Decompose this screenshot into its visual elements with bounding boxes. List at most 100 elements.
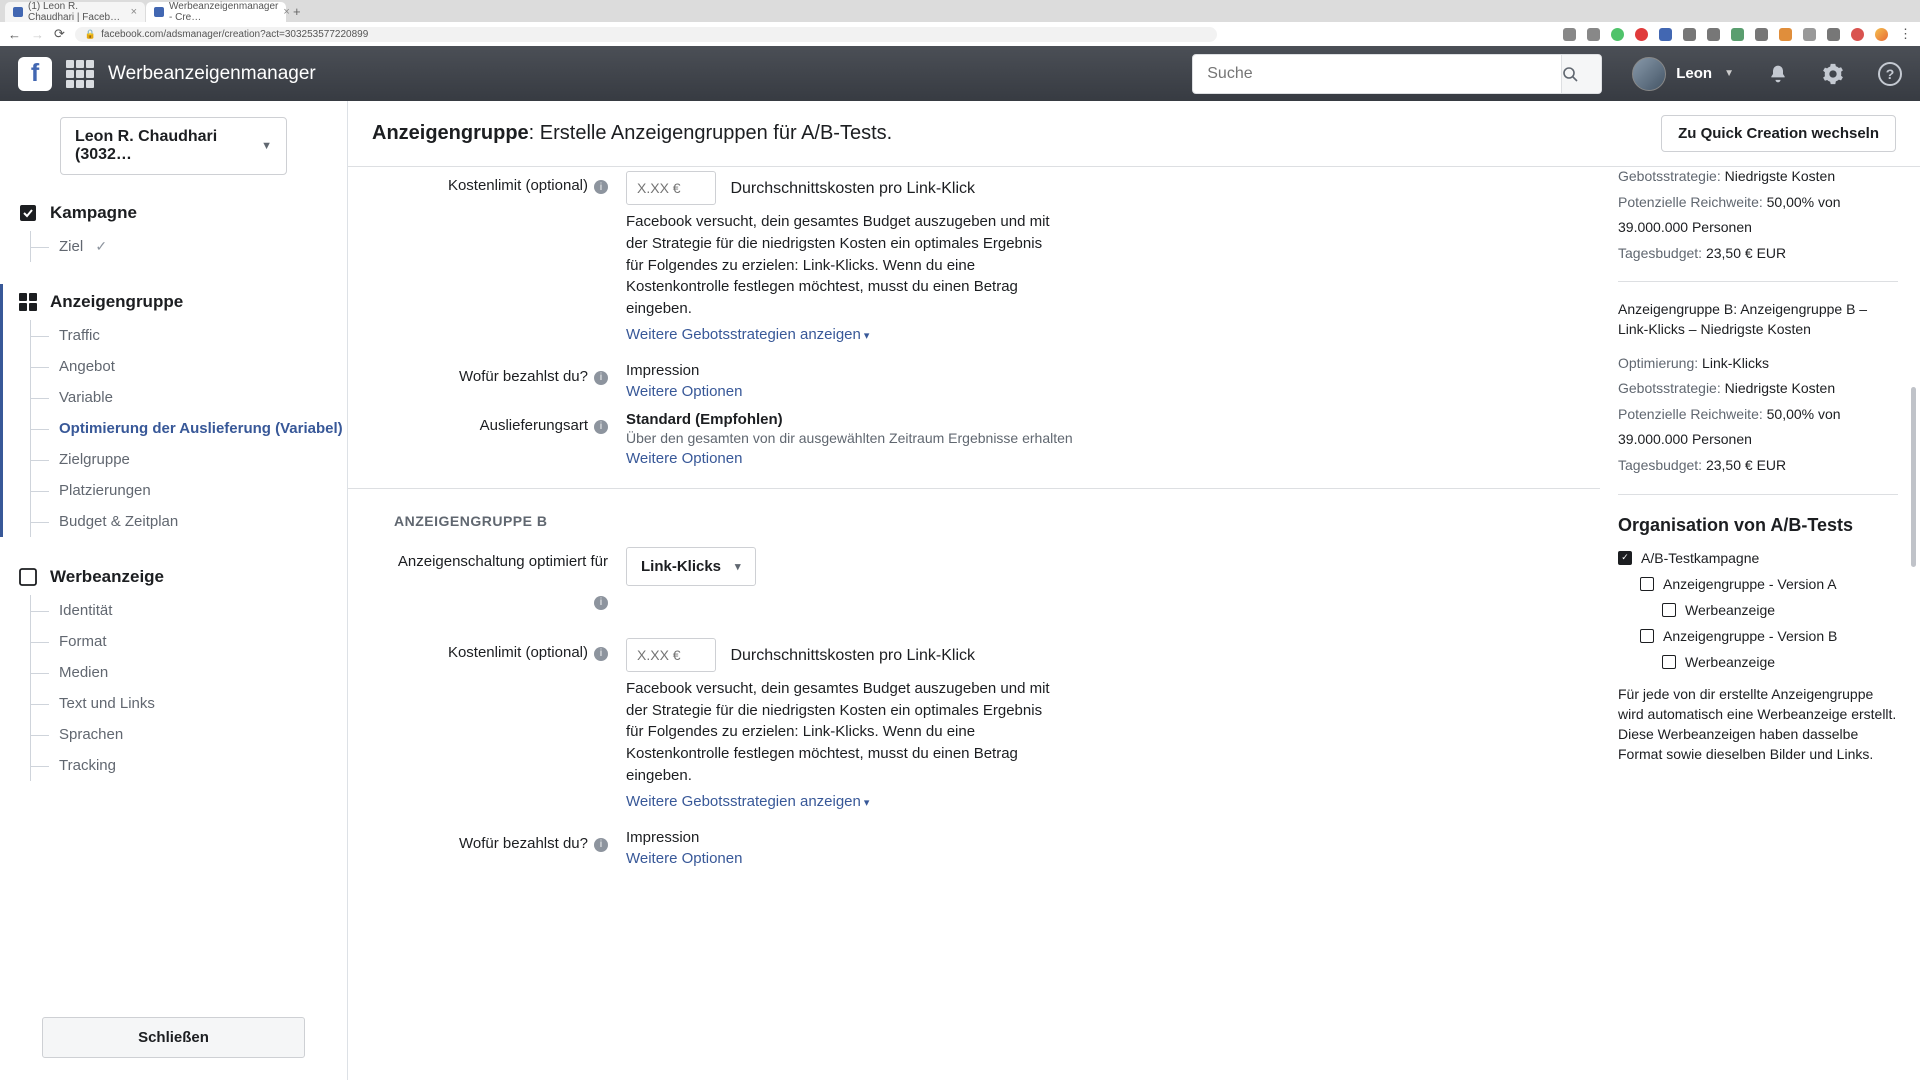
tab-title: (1) Leon R. Chaudhari | Faceb… bbox=[28, 1, 126, 23]
global-search bbox=[1192, 54, 1602, 94]
page-title: Anzeigengruppe: Erstelle Anzeigengruppen… bbox=[372, 122, 892, 145]
info-icon[interactable]: i bbox=[594, 838, 608, 852]
org-note: Für jede von dir erstellte Anzeigengrupp… bbox=[1618, 684, 1898, 765]
ext-icon[interactable] bbox=[1755, 28, 1768, 41]
summary-reach-b: Potenzielle Reichweite: 50,00% von bbox=[1618, 405, 1898, 425]
sidebar-section-adset[interactable]: Anzeigengruppe bbox=[3, 284, 347, 320]
menu-button[interactable]: ⋮ bbox=[1899, 26, 1912, 42]
section-label: Anzeigengruppe bbox=[50, 292, 183, 312]
reload-button[interactable]: ⟳ bbox=[54, 26, 65, 42]
info-icon[interactable]: i bbox=[594, 180, 608, 194]
ext-icon[interactable] bbox=[1803, 28, 1816, 41]
facebook-logo[interactable]: f bbox=[18, 57, 52, 91]
sidebar-section-ad[interactable]: Werbeanzeige bbox=[0, 559, 347, 595]
info-icon[interactable]: i bbox=[594, 596, 608, 610]
settings-icon[interactable] bbox=[1822, 63, 1844, 85]
sidebar-section-campaign[interactable]: Kampagne bbox=[0, 195, 347, 231]
more-bid-strategies-link-b[interactable]: Weitere Gebotsstrategien anzeigen bbox=[626, 793, 869, 810]
quick-creation-button[interactable]: Zu Quick Creation wechseln bbox=[1661, 115, 1896, 152]
browser-tab-1[interactable]: (1) Leon R. Chaudhari | Faceb… × bbox=[5, 2, 145, 22]
group-divider bbox=[348, 488, 1600, 489]
sidebar-item-platzierungen[interactable]: Platzierungen bbox=[31, 475, 347, 506]
info-icon[interactable]: i bbox=[594, 371, 608, 385]
ext-icon[interactable] bbox=[1635, 28, 1648, 41]
sidebar-item-text-links[interactable]: Text und Links bbox=[31, 688, 347, 719]
info-icon[interactable]: i bbox=[594, 420, 608, 434]
ext-icon[interactable] bbox=[1659, 28, 1672, 41]
chevron-down-icon: ▼ bbox=[261, 140, 272, 152]
account-selector[interactable]: Leon R. Chaudhari (3032… ▼ bbox=[60, 117, 287, 175]
left-sidebar: Leon R. Chaudhari (3032… ▼ Kampagne Ziel… bbox=[0, 101, 348, 1080]
search-input[interactable] bbox=[1193, 65, 1561, 83]
new-tab-button[interactable]: + bbox=[287, 4, 307, 19]
sidebar-item-identitaet[interactable]: Identität bbox=[31, 595, 347, 626]
sidebar-item-traffic[interactable]: Traffic bbox=[31, 320, 347, 351]
ad-icon bbox=[1662, 603, 1676, 617]
field-costlimit-a: Durchschnittskosten pro Link-Klick Faceb… bbox=[626, 171, 1570, 344]
optimize-for-select[interactable]: Link-Klicks bbox=[626, 547, 756, 586]
avatar bbox=[1632, 57, 1666, 91]
adset-icon bbox=[1640, 577, 1654, 591]
browser-tab-2[interactable]: Werbeanzeigenmanager - Cre… × bbox=[146, 2, 286, 22]
browser-chrome: (1) Leon R. Chaudhari | Faceb… × Werbean… bbox=[0, 0, 1920, 46]
summary-reach-num-b: 39.000.000 Personen bbox=[1618, 430, 1898, 450]
sidebar-item-budget[interactable]: Budget & Zeitplan bbox=[31, 506, 347, 537]
ext-icon[interactable] bbox=[1587, 28, 1600, 41]
ext-icon[interactable] bbox=[1707, 28, 1720, 41]
search-button[interactable] bbox=[1561, 55, 1601, 93]
field-label-optimize: Anzeigenschaltung optimiert für i bbox=[378, 547, 608, 610]
field-optimize-b: Link-Klicks bbox=[626, 547, 1570, 610]
more-options-link[interactable]: Weitere Optionen bbox=[626, 383, 742, 400]
ext-icon[interactable] bbox=[1827, 28, 1840, 41]
cost-suffix: Durchschnittskosten pro Link-Klick bbox=[730, 180, 975, 197]
org-adset-a[interactable]: Anzeigengruppe - Version A bbox=[1640, 576, 1898, 592]
ext-icon[interactable] bbox=[1731, 28, 1744, 41]
url-field[interactable]: 🔒 facebook.com/adsmanager/creation?act=3… bbox=[75, 27, 1217, 42]
campaign-check-icon: ✓ bbox=[1618, 551, 1632, 565]
sidebar-item-optimierung[interactable]: Optimierung der Auslieferung (Variabel) bbox=[31, 413, 347, 444]
profile-avatar-icon[interactable] bbox=[1875, 28, 1888, 41]
org-ad-a[interactable]: Werbeanzeige bbox=[1662, 602, 1898, 618]
sidebar-item-zielgruppe[interactable]: Zielgruppe bbox=[31, 444, 347, 475]
ext-icon[interactable] bbox=[1563, 28, 1576, 41]
ext-icon[interactable] bbox=[1683, 28, 1696, 41]
extension-icons: ⋮ bbox=[1563, 26, 1912, 42]
favicon-icon bbox=[154, 7, 164, 17]
more-options-link-b[interactable]: Weitere Optionen bbox=[626, 850, 742, 867]
cost-limit-input-b[interactable] bbox=[626, 638, 716, 672]
summary-reach-num: 39.000.000 Personen bbox=[1618, 218, 1898, 238]
help-icon[interactable]: ? bbox=[1878, 62, 1902, 86]
close-icon[interactable]: × bbox=[131, 6, 137, 18]
org-heading: Organisation von A/B-Tests bbox=[1618, 515, 1898, 536]
more-bid-strategies-link[interactable]: Weitere Gebotsstrategien anzeigen bbox=[626, 326, 869, 343]
ext-icon[interactable] bbox=[1779, 28, 1792, 41]
sidebar-item-sprachen[interactable]: Sprachen bbox=[31, 719, 347, 750]
ext-icon[interactable] bbox=[1611, 28, 1624, 41]
sidebar-item-medien[interactable]: Medien bbox=[31, 657, 347, 688]
chevron-down-icon: ▼ bbox=[1724, 68, 1734, 79]
sidebar-item-format[interactable]: Format bbox=[31, 626, 347, 657]
notifications-icon[interactable] bbox=[1768, 64, 1788, 84]
field-label-costlimit-b: Kostenlimit (optional) i bbox=[378, 638, 608, 811]
org-adset-b[interactable]: Anzeigengruppe - Version B bbox=[1640, 628, 1898, 644]
close-button[interactable]: Schließen bbox=[42, 1017, 305, 1058]
global-nav-bar: f Werbeanzeigenmanager Leon ▼ ? bbox=[0, 46, 1920, 101]
info-icon[interactable]: i bbox=[594, 647, 608, 661]
sidebar-item-ziel[interactable]: Ziel ✓ bbox=[31, 231, 347, 262]
ext-icon[interactable] bbox=[1851, 28, 1864, 41]
search-icon bbox=[1562, 66, 1578, 82]
org-ad-b[interactable]: Werbeanzeige bbox=[1662, 654, 1898, 670]
cost-limit-input-a[interactable] bbox=[626, 171, 716, 205]
summary-reach: Potenzielle Reichweite: 50,00% von bbox=[1618, 193, 1898, 213]
app-switcher-icon[interactable] bbox=[66, 60, 94, 88]
org-campaign[interactable]: ✓ A/B-Testkampagne bbox=[1618, 550, 1898, 566]
sidebar-item-tracking[interactable]: Tracking bbox=[31, 750, 347, 781]
more-options-link[interactable]: Weitere Optionen bbox=[626, 450, 742, 467]
forward-button[interactable]: → bbox=[31, 27, 44, 42]
page-header: Anzeigengruppe: Erstelle Anzeigengruppen… bbox=[348, 101, 1920, 167]
field-label-delivery: Auslieferungsart i bbox=[378, 411, 608, 468]
sidebar-item-angebot[interactable]: Angebot bbox=[31, 351, 347, 382]
user-menu[interactable]: Leon ▼ bbox=[1632, 57, 1734, 91]
sidebar-item-variable[interactable]: Variable bbox=[31, 382, 347, 413]
back-button[interactable]: ← bbox=[8, 27, 21, 42]
